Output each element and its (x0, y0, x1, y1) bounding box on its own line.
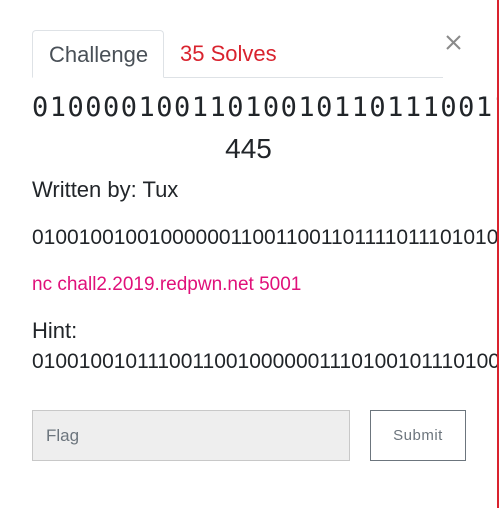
challenge-description: 0100100100100000011001100110111101110101… (32, 226, 497, 249)
submit-button[interactable]: Submit (370, 410, 466, 461)
tab-solves[interactable]: 35 Solves (164, 30, 293, 77)
hint-label: Hint: (32, 318, 78, 343)
connect-link[interactable]: nc chall2.2019.redpwn.net 5001 (32, 274, 301, 296)
hint-text: 0100100101110011001000000111010010111010… (32, 350, 497, 373)
close-button[interactable] (442, 31, 466, 55)
challenge-modal: Challenge 35 Solves 01000010011010010110… (0, 0, 497, 508)
close-icon (446, 35, 461, 50)
challenge-value: 445 (225, 133, 272, 164)
challenge-author: Written by: Tux (32, 177, 179, 202)
challenge-name: 01000010011010010110111001110011 (32, 92, 497, 123)
flag-input[interactable] (32, 410, 350, 461)
tab-challenge[interactable]: Challenge (32, 30, 164, 78)
modal-tabs: Challenge 35 Solves (32, 30, 443, 78)
